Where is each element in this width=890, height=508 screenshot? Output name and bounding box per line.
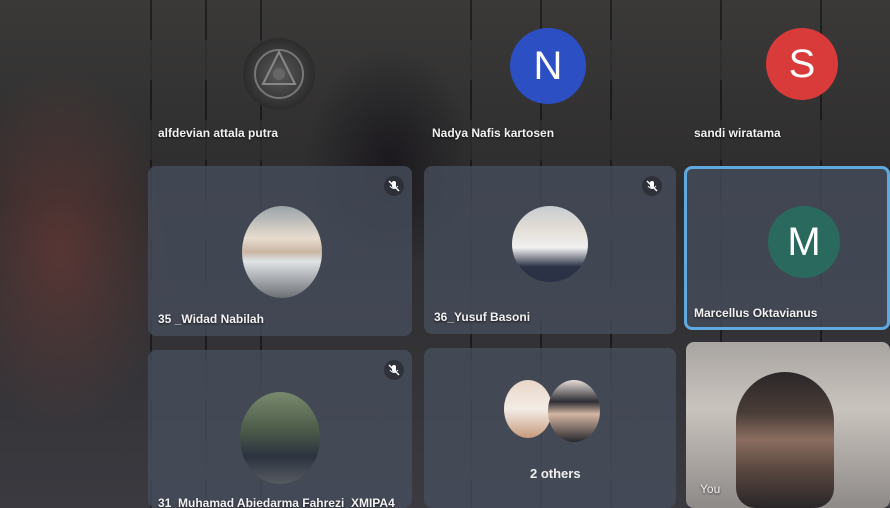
participant-tile[interactable]: N Nadya Nafis kartosen bbox=[422, 10, 674, 150]
participant-tile[interactable]: alfdevian attala putra bbox=[148, 10, 410, 150]
participant-tile[interactable]: 35 _Widad Nabilah bbox=[148, 166, 412, 336]
mic-off-icon bbox=[384, 176, 404, 196]
participant-tile-active-speaker[interactable]: M Marcellus Oktavianus bbox=[684, 166, 890, 330]
participant-avatar bbox=[240, 392, 320, 484]
participant-tile[interactable]: S sandi wiratama bbox=[684, 10, 890, 150]
participant-avatar: S bbox=[766, 28, 838, 100]
participant-avatar bbox=[548, 380, 600, 442]
participant-tile[interactable]: 31_Muhamad Abiedarma Fahrezi_XMIPA4 bbox=[148, 350, 412, 508]
mic-off-icon bbox=[384, 360, 404, 380]
participant-name: Marcellus Oktavianus bbox=[694, 306, 818, 320]
participant-avatar bbox=[243, 38, 315, 110]
participant-avatar bbox=[512, 206, 588, 282]
participant-avatar: N bbox=[510, 28, 586, 104]
participant-avatar: M bbox=[768, 206, 840, 278]
participant-name: alfdevian attala putra bbox=[158, 126, 279, 140]
participant-name: sandi wiratama bbox=[694, 126, 781, 140]
self-view-tile[interactable]: You bbox=[686, 342, 890, 508]
self-name-label: You bbox=[700, 482, 721, 496]
others-count-label: 2 others bbox=[530, 466, 581, 481]
participant-name: 31_Muhamad Abiedarma Fahrezi_XMIPA4 bbox=[158, 496, 395, 508]
mic-off-icon bbox=[642, 176, 662, 196]
others-tile[interactable]: 2 others bbox=[424, 348, 676, 508]
participant-avatar bbox=[504, 380, 552, 438]
logo-avatar-icon bbox=[254, 49, 304, 99]
participant-name: Nadya Nafis kartosen bbox=[432, 126, 555, 140]
participant-tile[interactable]: 36_Yusuf Basoni bbox=[424, 166, 676, 334]
participant-avatar bbox=[242, 206, 322, 298]
participant-name: 36_Yusuf Basoni bbox=[434, 310, 531, 324]
self-video-feed bbox=[736, 372, 834, 508]
participant-name: 35 _Widad Nabilah bbox=[158, 312, 264, 326]
